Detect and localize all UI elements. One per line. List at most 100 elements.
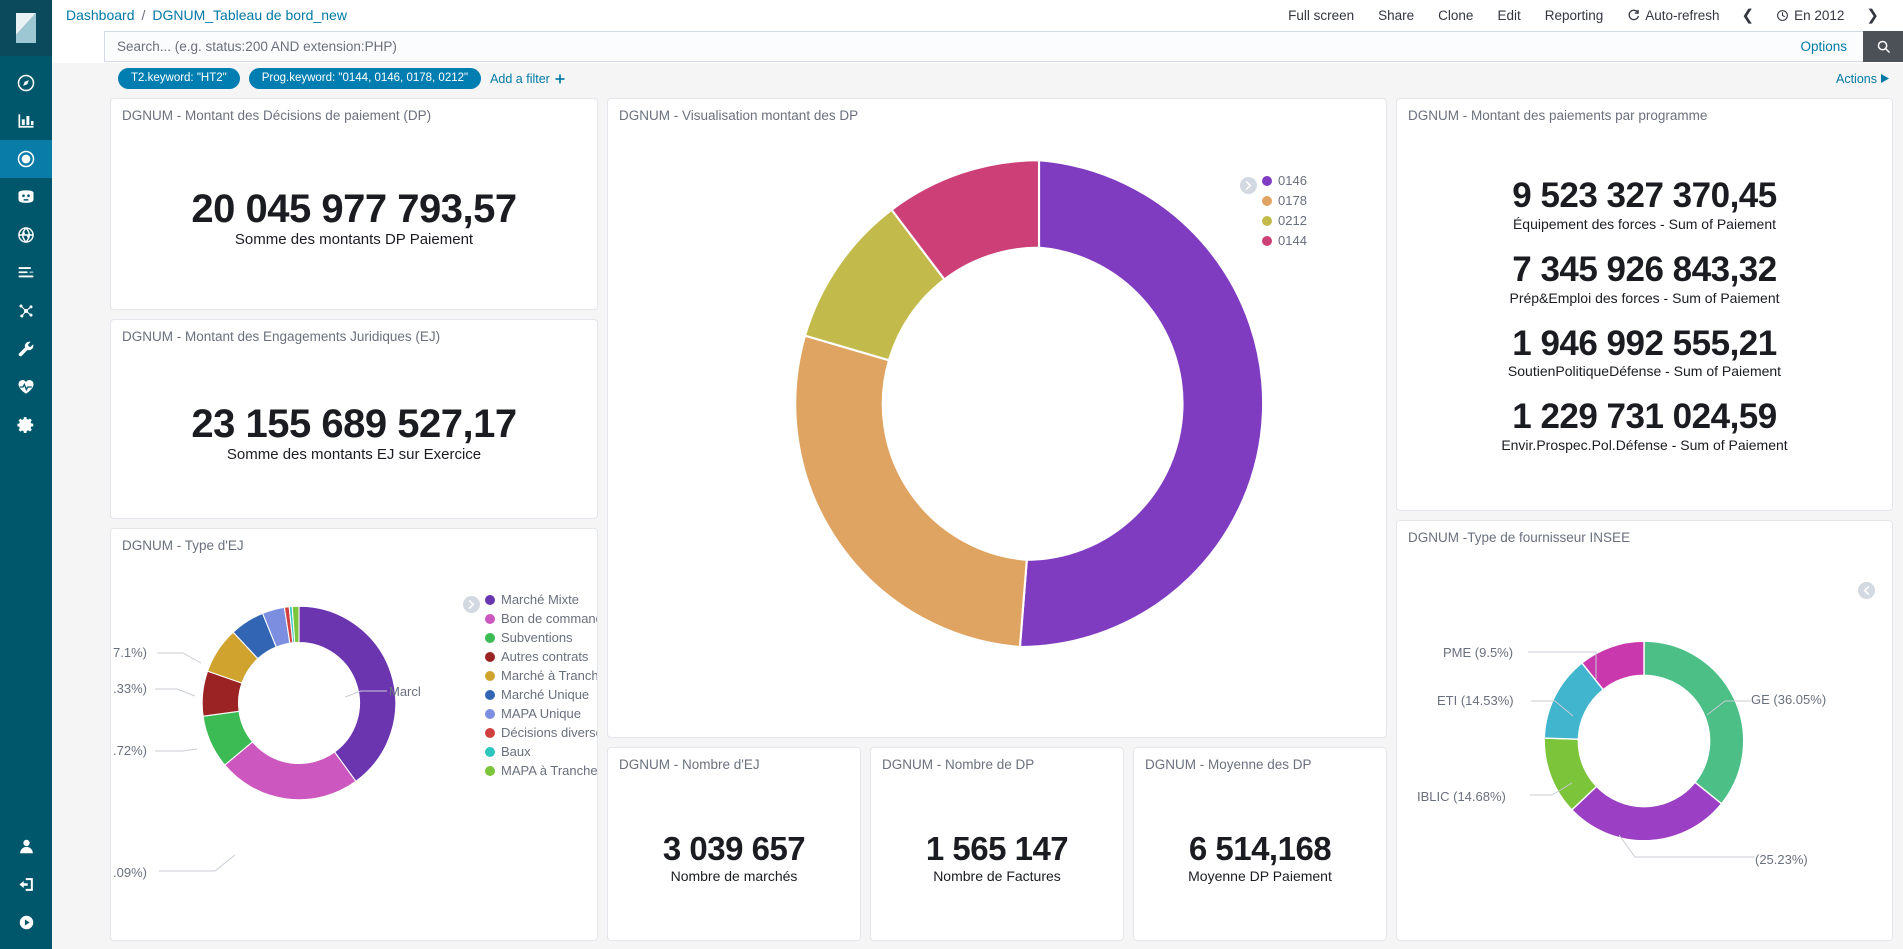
legend-label-mapa-unique: MAPA Unique bbox=[501, 706, 581, 721]
metric-ej-count: 3 039 657 Nombre de marchés bbox=[608, 776, 860, 940]
ej-type-legend-toggle[interactable] bbox=[463, 596, 480, 613]
legend-item-0178[interactable]: 0178 bbox=[1262, 193, 1307, 208]
dp-viz-legend-toggle[interactable] bbox=[1240, 177, 1257, 194]
clone-button[interactable]: Clone bbox=[1426, 8, 1485, 23]
panel-body-supplier-type: PME (9.5%) ETI (14.53%) IBLIC (14.68%) G… bbox=[1397, 549, 1892, 940]
sidebar-item-devtools[interactable] bbox=[0, 330, 52, 368]
search-row: Options bbox=[52, 30, 1903, 63]
ej-type-label-marche-a-tranches: 7.1%) bbox=[113, 645, 147, 660]
ej-type-label-bon-de-commande: .09%) bbox=[113, 865, 147, 880]
user-icon bbox=[19, 839, 33, 853]
ej-type-donut-svg bbox=[201, 605, 397, 801]
chart-supplier-type: PME (9.5%) ETI (14.53%) IBLIC (14.68%) G… bbox=[1397, 549, 1892, 940]
legend-item-0212[interactable]: 0212 bbox=[1262, 213, 1307, 228]
panel-title-dp-mean: DGNUM - Moyenne des DP bbox=[1145, 757, 1312, 772]
metric-label-envir-prospec-pol-defense: Envir.Prospec.Pol.Défense - Sum of Paiem… bbox=[1501, 437, 1788, 453]
sidebar-item-collapse[interactable] bbox=[0, 903, 52, 941]
logout-icon bbox=[18, 877, 33, 891]
time-picker-button[interactable]: En 2012 bbox=[1764, 8, 1856, 23]
panel-title-dp-count: DGNUM - Nombre de DP bbox=[882, 757, 1035, 772]
play-circle-icon bbox=[19, 915, 33, 929]
dashboard-actions-button[interactable]: Actions bbox=[1836, 72, 1889, 86]
metric-label-equipement-des-forces: Équipement des forces - Sum of Paiement bbox=[1512, 215, 1776, 232]
metric-label-soutien-politique-defense: SoutienPolitiqueDéfense - Sum of Paiemen… bbox=[1507, 363, 1782, 380]
sidebar-item-logs[interactable] bbox=[0, 254, 52, 292]
sidebar-item-graph[interactable] bbox=[0, 292, 52, 330]
ej-type-leader-3 bbox=[155, 748, 198, 752]
legend-dot-0144 bbox=[1262, 235, 1272, 246]
search-wrapper: Options bbox=[104, 30, 1903, 63]
full-screen-button[interactable]: Full screen bbox=[1276, 8, 1366, 23]
legend-item-baux[interactable]: Baux bbox=[485, 744, 597, 759]
dp-slice-0146[interactable] bbox=[1018, 159, 1265, 649]
legend-label-bon-de-commande: Bon de commande bbox=[501, 611, 597, 626]
search-input[interactable] bbox=[104, 31, 1785, 62]
sidebar-item-discover[interactable] bbox=[0, 64, 52, 102]
panel-title-dp-viz: DGNUM - Visualisation montant des DP bbox=[619, 108, 859, 123]
legend-dot-0178 bbox=[1262, 195, 1272, 206]
search-submit-button[interactable] bbox=[1863, 31, 1903, 62]
dp-slice-0178[interactable] bbox=[794, 334, 1028, 649]
legend-item-autres-contrats[interactable]: Autres contrats bbox=[485, 649, 597, 664]
metric-value-dp-amount: 20 045 977 793,57 bbox=[191, 187, 517, 231]
gear-icon bbox=[17, 417, 34, 433]
filter-pill-t2[interactable]: T2.keyword: "HT2" bbox=[118, 67, 240, 90]
time-next-button[interactable]: ❯ bbox=[1856, 6, 1889, 24]
breadcrumb-dashboard[interactable]: Dashboard bbox=[66, 7, 135, 23]
panel-body-dp-count: 1 565 147 Nombre de Factures bbox=[871, 776, 1123, 940]
share-button[interactable]: Share bbox=[1366, 8, 1426, 23]
metric-value-dp-mean: 6 514,168 bbox=[1188, 830, 1332, 868]
legend-item-0146[interactable]: 0146 bbox=[1262, 173, 1307, 188]
metric-dp-mean: 6 514,168 Moyenne DP Paiement bbox=[1134, 776, 1386, 940]
time-prev-button[interactable]: ❮ bbox=[1732, 6, 1765, 24]
auto-refresh-label: Auto-refresh bbox=[1645, 7, 1720, 23]
metric-label-dp-count: Nombre de Factures bbox=[933, 867, 1061, 884]
panel-title-payments-by-program: DGNUM - Montant des paiements par progra… bbox=[1408, 108, 1708, 123]
legend-dot-decisions-diverses bbox=[485, 727, 495, 738]
sidebar-item-user[interactable] bbox=[0, 827, 52, 865]
kibana-logo[interactable] bbox=[0, 0, 52, 56]
legend-item-0144[interactable]: 0144 bbox=[1262, 233, 1307, 248]
legend-item-marche-unique[interactable]: Marché Unique bbox=[485, 687, 597, 702]
ej-type-leader-2 bbox=[155, 688, 196, 697]
legend-item-marche-mixte[interactable]: Marché Mixte bbox=[485, 592, 597, 607]
metric-stack-payments-by-program: 9 523 327 370,45 Équipement des forces -… bbox=[1397, 127, 1892, 510]
auto-refresh-button[interactable]: Auto-refresh bbox=[1615, 8, 1731, 23]
panel-dp-amount: DGNUM - Montant des Décisions de paiemen… bbox=[110, 98, 598, 310]
metric-item-prep-emploi-des-forces: 7 345 926 843,32 Prép&Emploi des forces … bbox=[1509, 251, 1780, 306]
panel-body-ej-count: 3 039 657 Nombre de marchés bbox=[608, 776, 860, 940]
metric-label-prep-emploi-des-forces: Prép&Emploi des forces - Sum of Paiement bbox=[1509, 289, 1780, 306]
metric-value-equipement-des-forces: 9 523 327 370,45 bbox=[1512, 176, 1777, 215]
legend-item-subventions[interactable]: Subventions bbox=[485, 630, 597, 645]
sidebar-item-maps[interactable] bbox=[0, 216, 52, 254]
chevron-right-icon bbox=[1245, 181, 1252, 190]
panel-ej-amount: DGNUM - Montant des Engagements Juridiqu… bbox=[110, 319, 598, 519]
supplier-slice-ge[interactable] bbox=[1643, 640, 1745, 805]
add-filter-button[interactable]: Add a filter bbox=[490, 72, 565, 86]
panel-body-ej-type: 7.1%) .33%) .72%) .09%) Marcl Marché Mix… bbox=[111, 557, 597, 940]
sidebar-item-canvas[interactable] bbox=[0, 178, 52, 216]
legend-item-decisions-diverses[interactable]: Décisions diverses bbox=[485, 725, 597, 740]
sidebar-item-dashboard[interactable] bbox=[0, 140, 52, 178]
search-options-button[interactable]: Options bbox=[1784, 31, 1863, 62]
legend-item-bon-de-commande[interactable]: Bon de commande bbox=[485, 611, 597, 626]
caret-right-icon bbox=[1881, 74, 1889, 83]
sidebar-item-monitoring[interactable] bbox=[0, 368, 52, 406]
breadcrumb-current[interactable]: DGNUM_Tableau de bord_new bbox=[152, 7, 347, 23]
legend-item-mapa-unique[interactable]: MAPA Unique bbox=[485, 706, 597, 721]
edit-button[interactable]: Edit bbox=[1485, 8, 1532, 23]
filter-pill-prog[interactable]: Prog.keyword: "0144, 0146, 0178, 0212" bbox=[248, 67, 482, 90]
search-icon bbox=[1877, 40, 1890, 53]
supplier-type-legend-toggle[interactable] bbox=[1858, 582, 1875, 599]
supplier-slice-unnamed[interactable] bbox=[1570, 781, 1723, 842]
reporting-button[interactable]: Reporting bbox=[1533, 8, 1616, 23]
dashboard-column-left: DGNUM - Montant des Décisions de paiemen… bbox=[110, 98, 598, 941]
legend-label-marche-a-tranches: Marché à Tranches bbox=[501, 668, 598, 683]
legend-item-mapa-a-tranches[interactable]: MAPA à Tranches bbox=[485, 763, 597, 778]
supplier-leader-eti bbox=[1531, 700, 1574, 717]
legend-item-marche-a-tranches[interactable]: Marché à Tranches bbox=[485, 668, 598, 683]
sidebar-item-logout[interactable] bbox=[0, 865, 52, 903]
sidebar-item-management[interactable] bbox=[0, 406, 52, 444]
metric-label-ej-count: Nombre de marchés bbox=[670, 867, 798, 884]
sidebar-item-visualize[interactable] bbox=[0, 102, 52, 140]
